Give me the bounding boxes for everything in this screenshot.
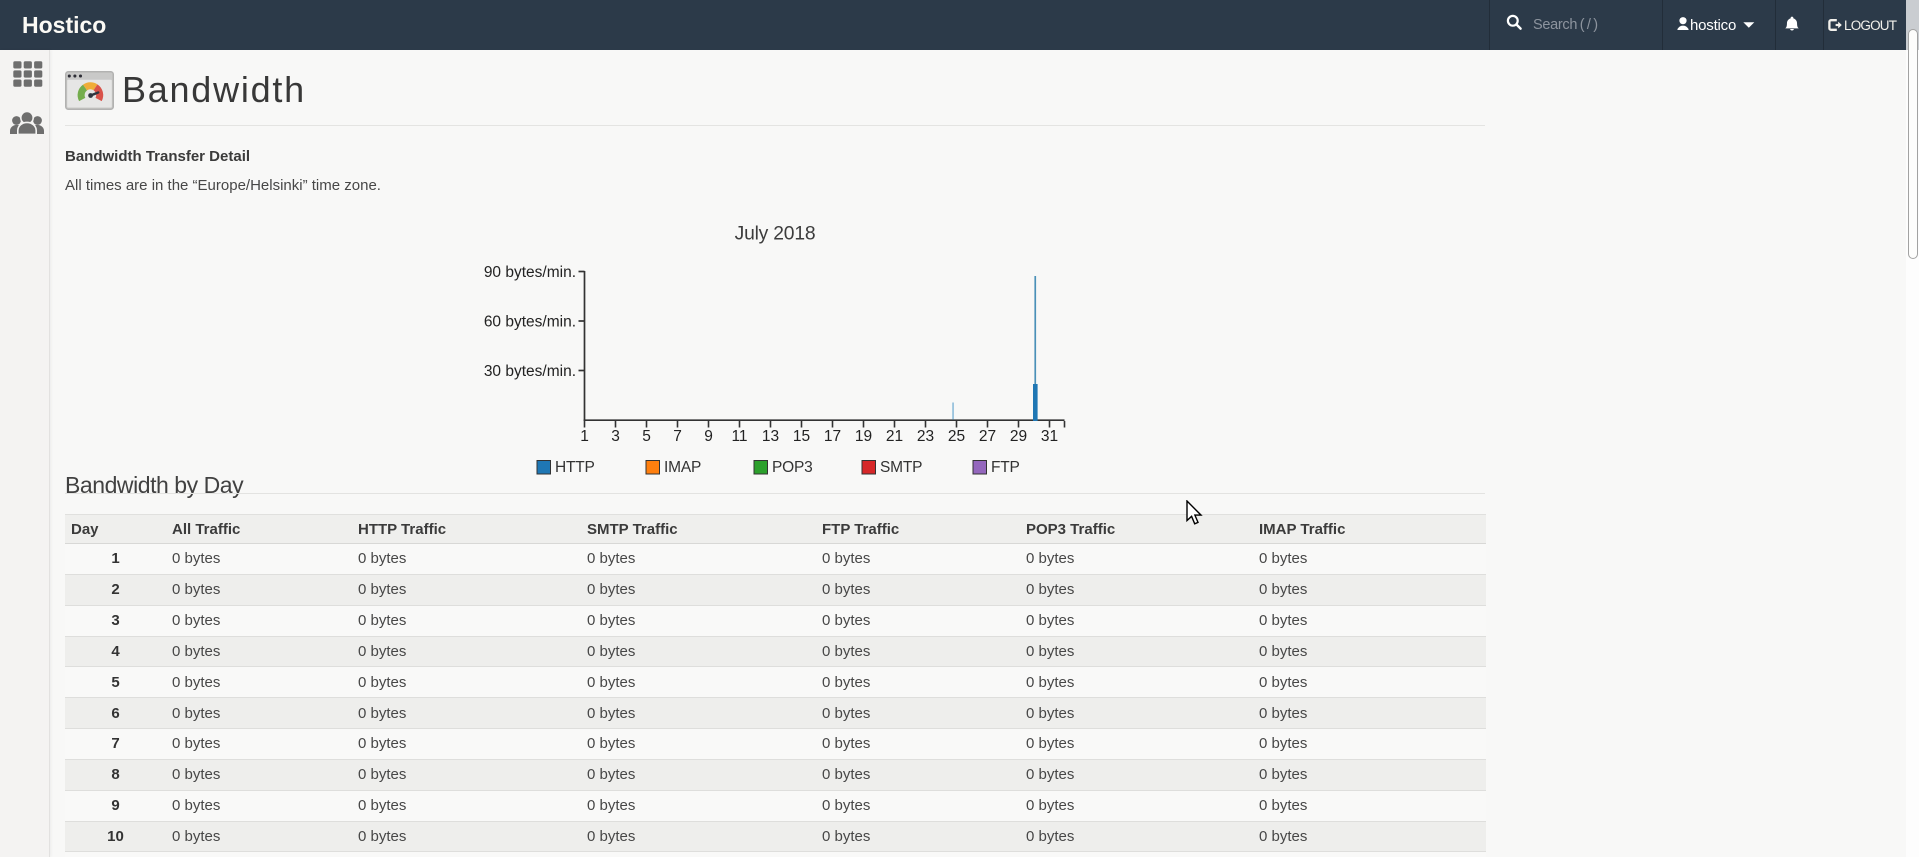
- svg-text:3: 3: [611, 428, 620, 445]
- svg-text:17: 17: [824, 428, 841, 445]
- svg-text:90 bytes/min.: 90 bytes/min.: [484, 264, 576, 281]
- svg-text:FTP: FTP: [991, 459, 1020, 476]
- svg-text:19: 19: [855, 428, 872, 445]
- svg-text:7: 7: [673, 428, 682, 445]
- svg-text:July 2018: July 2018: [735, 224, 816, 245]
- svg-text:9: 9: [704, 428, 713, 445]
- svg-text:15: 15: [793, 428, 810, 445]
- svg-text:HTTP: HTTP: [555, 459, 595, 476]
- svg-text:29: 29: [1010, 428, 1027, 445]
- svg-text:30 bytes/min.: 30 bytes/min.: [484, 363, 576, 380]
- svg-text:5: 5: [642, 428, 651, 445]
- svg-text:1: 1: [580, 428, 589, 445]
- svg-text:SMTP: SMTP: [880, 459, 922, 476]
- svg-text:23: 23: [917, 428, 934, 445]
- svg-text:13: 13: [762, 428, 779, 445]
- svg-text:IMAP: IMAP: [664, 459, 701, 476]
- svg-text:25: 25: [948, 428, 965, 445]
- svg-text:27: 27: [979, 428, 996, 445]
- svg-text:21: 21: [886, 428, 903, 445]
- svg-text:POP3: POP3: [772, 459, 813, 476]
- svg-text:31: 31: [1041, 428, 1058, 445]
- svg-text:60 bytes/min.: 60 bytes/min.: [484, 314, 576, 331]
- svg-text:11: 11: [731, 428, 747, 445]
